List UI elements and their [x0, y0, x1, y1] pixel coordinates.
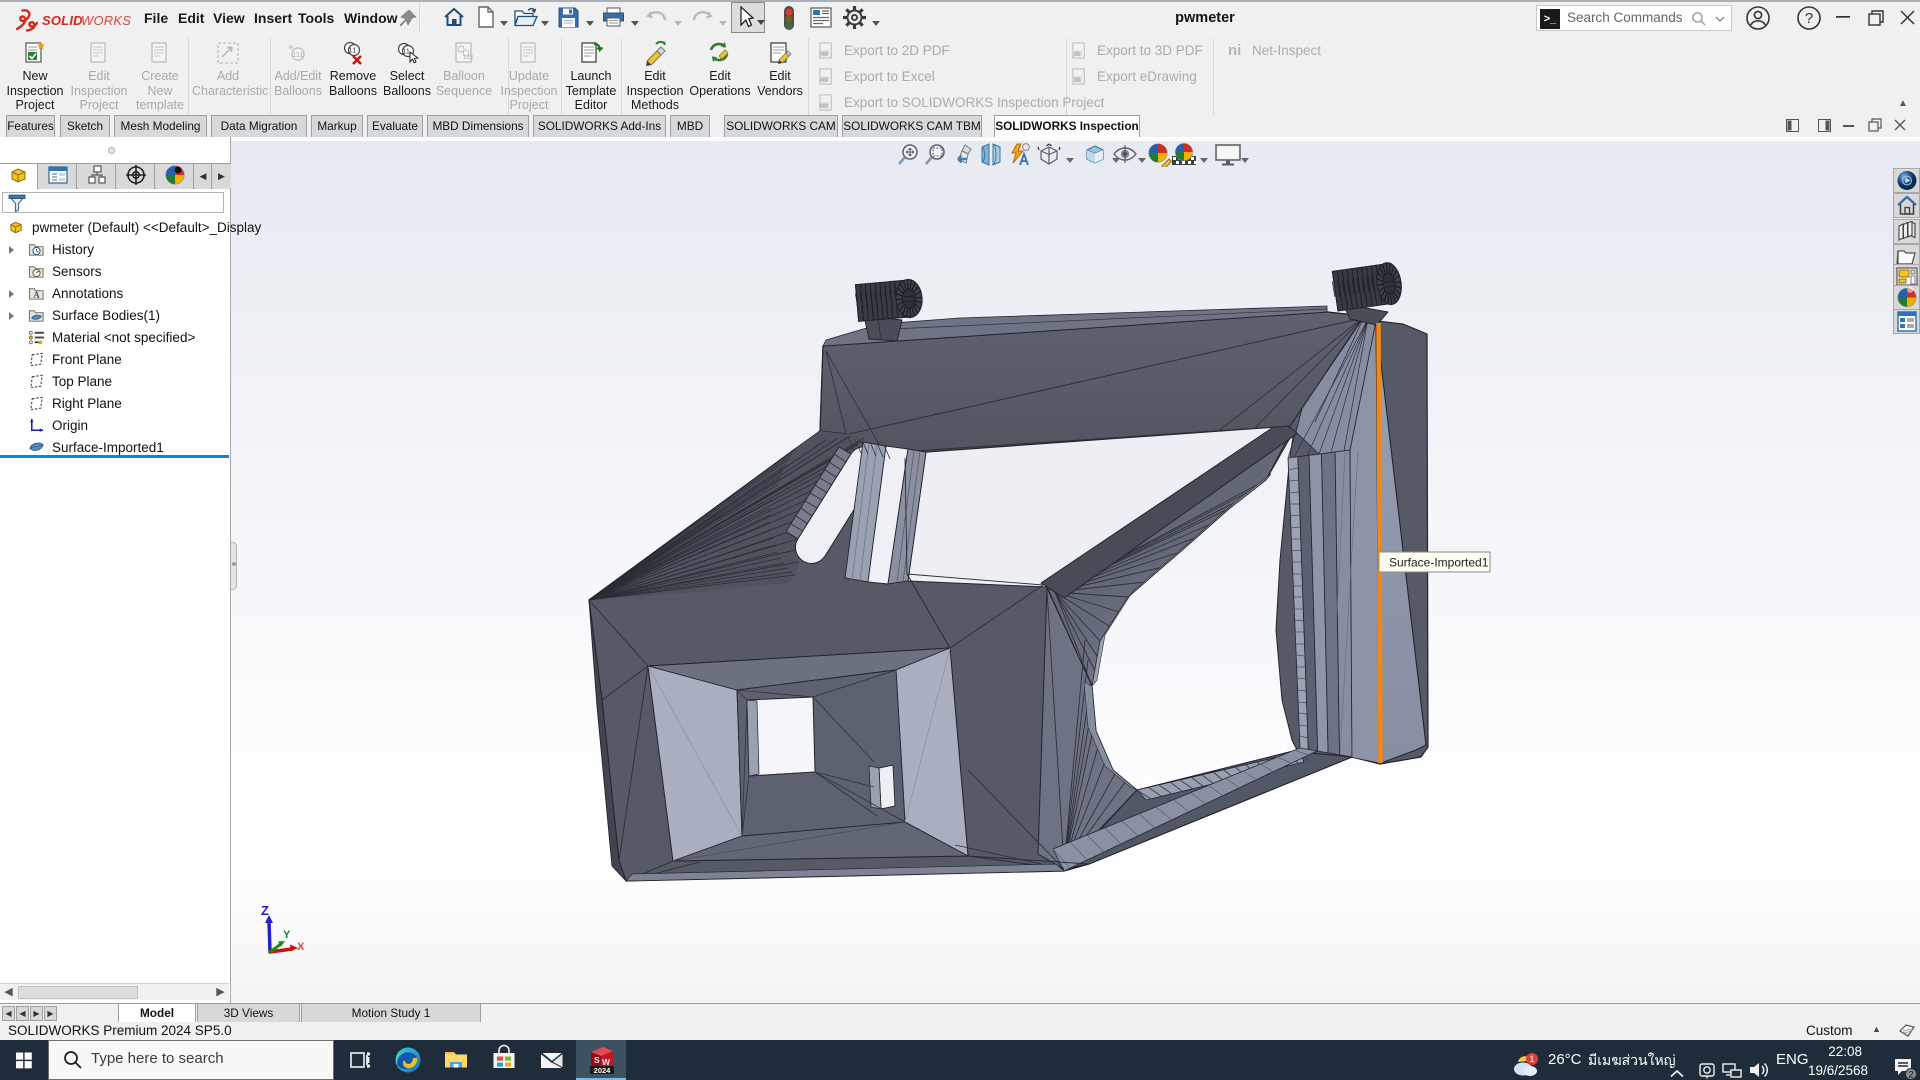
svg-text:111: 111 [293, 52, 304, 59]
svg-text:PDF: PDF [819, 51, 829, 57]
svg-text:Z: Z [261, 903, 269, 918]
svg-text:2: 2 [1908, 1070, 1913, 1080]
svg-text:A: A [33, 290, 40, 300]
svg-text:S: S [594, 1055, 600, 1065]
svg-text:Surface-Imported1: Surface-Imported1 [1389, 556, 1489, 570]
svg-text:SOLID: SOLID [42, 13, 83, 28]
svg-text:2024: 2024 [594, 1066, 612, 1075]
svg-text:WORKS: WORKS [81, 13, 131, 28]
svg-text:3D: 3D [1074, 77, 1081, 83]
svg-text:11: 11 [402, 47, 410, 56]
svg-text:11: 11 [349, 46, 357, 55]
svg-text:PDF: PDF [819, 77, 829, 83]
svg-text:1: 1 [1529, 1054, 1534, 1064]
svg-text:?: ? [1805, 10, 1813, 27]
svg-text:3D: 3D [1074, 51, 1081, 57]
svg-text:123: 123 [463, 55, 474, 61]
svg-text:X: X [297, 941, 305, 953]
svg-text:PDF: PDF [819, 103, 829, 109]
svg-text:Y: Y [283, 929, 291, 941]
